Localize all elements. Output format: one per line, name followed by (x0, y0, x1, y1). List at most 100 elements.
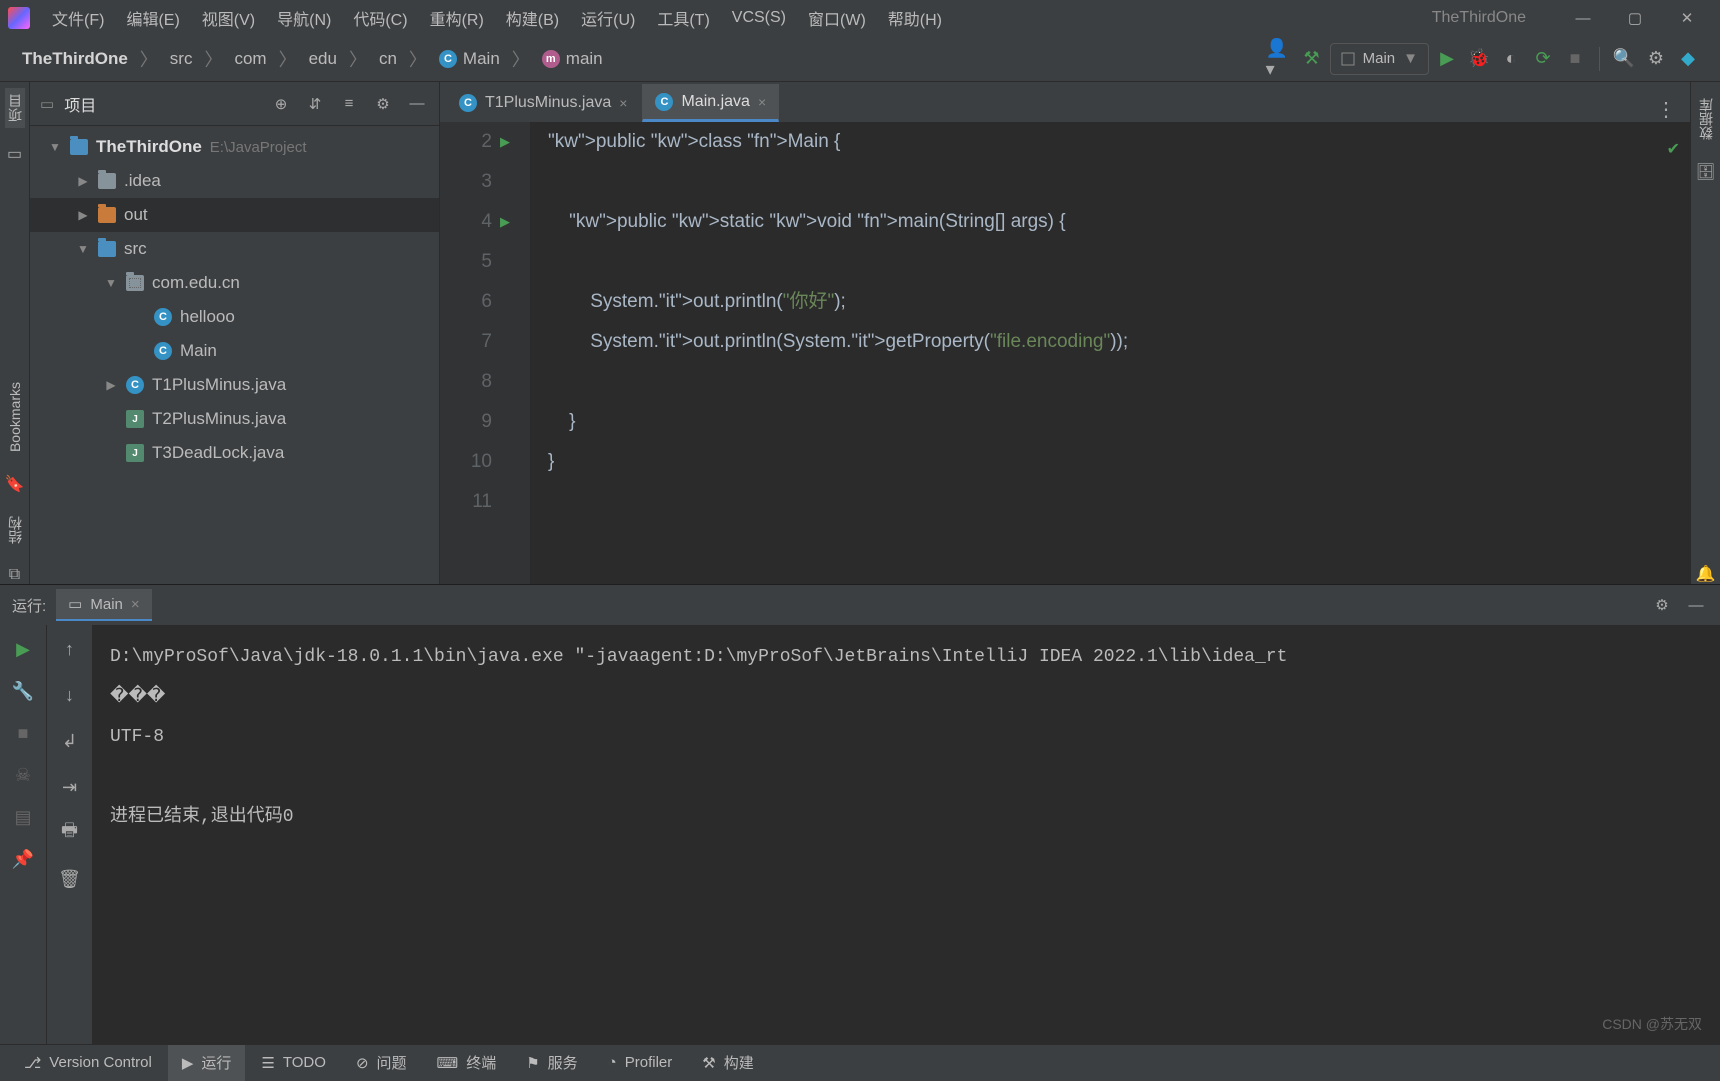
stop-button[interactable]: ■ (1561, 45, 1589, 73)
tree-item[interactable]: CMain (30, 334, 439, 368)
user-dropdown-icon[interactable]: 👤▾ (1266, 45, 1294, 73)
menu-file[interactable]: 文件(F) (42, 2, 114, 34)
tab-t1plusminus[interactable]: C T1PlusMinus.java × (446, 84, 640, 122)
menu-view[interactable]: 视图(V) (192, 2, 265, 34)
close-tab-icon[interactable]: × (758, 94, 766, 110)
breadcrumb-method[interactable]: mmain (538, 49, 607, 69)
window-close-icon[interactable]: ✕ (1662, 0, 1712, 36)
close-run-tab-icon[interactable]: × (131, 596, 140, 613)
tree-item[interactable]: ▶out (30, 198, 439, 232)
print-icon[interactable]: 🖶 (56, 819, 84, 847)
target-icon[interactable]: ⊕ (269, 92, 293, 116)
project-toggle-icon[interactable]: ▭ (40, 95, 54, 113)
menu-navigate[interactable]: 导航(N) (267, 2, 341, 34)
down-arrow-icon[interactable]: ↓ (56, 681, 84, 709)
wrap-icon[interactable]: ↲ (56, 727, 84, 755)
close-tab-icon[interactable]: × (619, 95, 627, 111)
menu-help[interactable]: 帮助(H) (878, 2, 952, 34)
breadcrumb-edu[interactable]: edu (305, 49, 341, 69)
run-tab-main[interactable]: ▭ Main × (56, 589, 151, 621)
btab-run[interactable]: ▶运行 (168, 1045, 246, 1081)
tree-item[interactable]: ▼com.edu.cn (30, 266, 439, 300)
tree-item[interactable]: ▶CT1PlusMinus.java (30, 368, 439, 402)
settings-icon[interactable]: ⚙ (1642, 45, 1670, 73)
tree-twisty-icon[interactable]: ▼ (76, 242, 90, 256)
tree-item[interactable]: JT2PlusMinus.java (30, 402, 439, 436)
scroll-icon[interactable]: ⇥ (56, 773, 84, 801)
stop-icon[interactable]: ■ (9, 719, 37, 747)
console-output[interactable]: D:\myProSof\Java\jdk-18.0.1.1\bin\java.e… (92, 625, 1720, 1044)
breadcrumb-src[interactable]: src (166, 49, 197, 69)
bookmarks-tool-tab[interactable]: Bookmarks (7, 376, 23, 458)
bell-icon[interactable]: 🔔 (1696, 564, 1716, 584)
expand-all-icon[interactable]: ⇵ (303, 92, 327, 116)
run-config-selector[interactable]: Main ▼ (1330, 43, 1429, 75)
breadcrumb-class[interactable]: CMain (435, 49, 504, 69)
more-plugins-icon[interactable]: ◆ (1674, 45, 1702, 73)
menu-edit[interactable]: 编辑(E) (116, 2, 189, 34)
breadcrumb-project[interactable]: TheThirdOne (18, 49, 132, 69)
btab-vcs[interactable]: ⎇Version Control (10, 1045, 166, 1081)
wrench-icon[interactable]: 🔧 (9, 677, 37, 705)
tree-twisty-icon[interactable]: ▼ (104, 276, 118, 290)
project-tree[interactable]: ▼ TheThirdOne E:\JavaProject ▶.idea▶out▼… (30, 126, 439, 584)
build-hammer-icon[interactable]: ⚒ (1298, 45, 1326, 73)
tree-item[interactable]: Chellooo (30, 300, 439, 334)
layout-icon[interactable]: ▤ (9, 803, 37, 831)
btab-services[interactable]: ⚑服务 (512, 1045, 591, 1081)
menu-code[interactable]: 代码(C) (343, 2, 417, 34)
run-button[interactable]: ▶ (1433, 45, 1461, 73)
breadcrumb-cn[interactable]: cn (375, 49, 401, 69)
tree-twisty-icon[interactable]: ▶ (76, 174, 90, 188)
tree-item[interactable]: ▶.idea (30, 164, 439, 198)
project-tool-tab[interactable]: 项目 (5, 88, 25, 128)
db-icon[interactable]: 🗄 (1695, 162, 1715, 182)
tab-main[interactable]: C Main.java × (642, 84, 779, 122)
structure-tool-tab[interactable]: 结构 (5, 510, 25, 550)
rerun-icon[interactable]: ▶ (9, 635, 37, 663)
tree-item[interactable]: JT3DeadLock.java (30, 436, 439, 470)
menu-tools[interactable]: 工具(T) (647, 2, 719, 34)
trash-icon[interactable]: 🗑 (56, 865, 84, 893)
coverage-button[interactable]: ◐ (1497, 45, 1525, 73)
hide-run-icon[interactable]: — (1684, 593, 1708, 617)
menu-vcs[interactable]: VCS(S) (722, 5, 796, 31)
fold-column[interactable] (510, 122, 530, 584)
window-maximize-icon[interactable]: ▢ (1610, 0, 1660, 36)
btab-terminal[interactable]: ⌨终端 (423, 1045, 511, 1081)
btab-todo[interactable]: ☰TODO (247, 1045, 340, 1081)
btab-build[interactable]: ⚒构建 (688, 1045, 767, 1081)
pin-icon[interactable]: 📌 (9, 845, 37, 873)
sidebar-settings-icon[interactable]: ⚙ (371, 92, 395, 116)
skull-icon[interactable]: ☠ (9, 761, 37, 789)
bookmark-icon[interactable]: 🔖 (5, 474, 25, 494)
code-content[interactable]: "kw">public "kw">class "fn">Main { "kw">… (530, 122, 1690, 584)
debug-button[interactable]: 🐞 (1465, 45, 1493, 73)
menu-refactor[interactable]: 重构(R) (420, 2, 494, 34)
tree-twisty-icon[interactable]: ▶ (76, 208, 90, 222)
collapse-all-icon[interactable]: ≡ (337, 92, 361, 116)
window-minimize-icon[interactable]: — (1558, 0, 1608, 36)
btab-profiler[interactable]: ◔Profiler (594, 1045, 687, 1081)
profile-button[interactable]: ⟳ (1529, 45, 1557, 73)
run-settings-icon[interactable]: ⚙ (1650, 593, 1674, 617)
line-gutter[interactable]: 2▶34▶567891011 (440, 122, 510, 584)
btab-problems[interactable]: ⊘问题 (342, 1045, 421, 1081)
chevron-down-icon[interactable]: ▼ (48, 140, 62, 154)
menu-build[interactable]: 构建(B) (496, 2, 569, 34)
search-icon[interactable]: 🔍 (1610, 45, 1638, 73)
database-tool-tab[interactable]: 数据库 (1696, 92, 1716, 146)
menu-window[interactable]: 窗口(W) (798, 2, 876, 34)
up-arrow-icon[interactable]: ↑ (56, 635, 84, 663)
breadcrumb-com[interactable]: com (230, 49, 270, 69)
tree-twisty-icon[interactable]: ▶ (104, 378, 118, 392)
menu-run[interactable]: 运行(U) (571, 2, 645, 34)
folder-icon[interactable]: ▭ (7, 144, 22, 164)
structure-icon[interactable]: ⧉ (9, 566, 20, 584)
hide-sidebar-icon[interactable]: — (405, 92, 429, 116)
tabs-more-icon[interactable]: ⋮ (1642, 97, 1690, 122)
code-editor[interactable]: 2▶34▶567891011 "kw">public "kw">class "f… (440, 122, 1690, 584)
tree-item[interactable]: ▼src (30, 232, 439, 266)
inspection-ok-icon[interactable]: ✔ (1667, 130, 1680, 170)
tree-root[interactable]: ▼ TheThirdOne E:\JavaProject (30, 130, 439, 164)
